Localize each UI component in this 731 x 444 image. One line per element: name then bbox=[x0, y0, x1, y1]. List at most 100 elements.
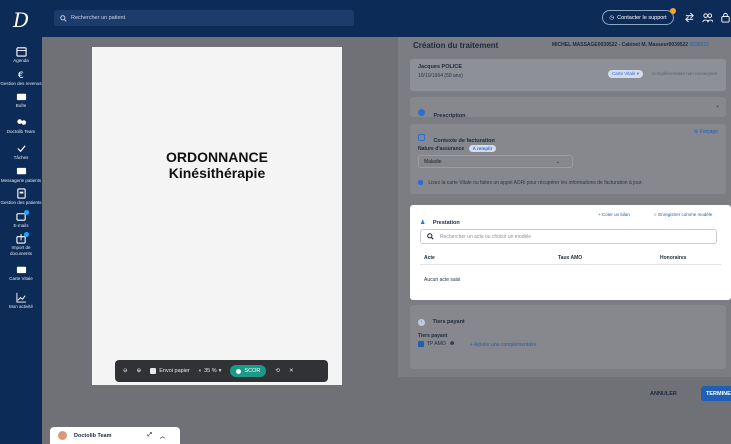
patient-search-input[interactable]: Rechercher un patient bbox=[54, 10, 354, 26]
zoom-select[interactable]: ◐ 35 % ▾ bbox=[199, 368, 222, 374]
chevron-down-icon: ⌄ bbox=[555, 158, 560, 165]
notification-badge bbox=[24, 209, 29, 215]
chart-icon bbox=[15, 292, 26, 303]
scor-status-icon bbox=[236, 368, 242, 374]
sidebar-item-agenda[interactable]: Agenda bbox=[0, 46, 42, 64]
billing-icon bbox=[418, 134, 425, 142]
paper-send-toggle[interactable]: Envoi papier bbox=[150, 368, 190, 374]
contact-support-button[interactable]: ◷ Contacter le support bbox=[602, 10, 674, 25]
support-notification-badge bbox=[670, 8, 676, 14]
sidebar-item-label: Mon activité bbox=[8, 303, 33, 309]
panel-title: Création du traitement bbox=[413, 41, 499, 50]
prestation-header: ♟ Prestation bbox=[420, 220, 460, 226]
patient-dob: 10/10/1964 (59 ans) bbox=[418, 73, 463, 79]
sidebar-item-label: Boîte bbox=[15, 103, 27, 108]
zoom-value: 35 % bbox=[204, 368, 217, 374]
practitioner-link[interactable]: 0039522 bbox=[689, 42, 708, 48]
chevron-up-icon[interactable]: ︿ bbox=[160, 432, 166, 440]
prestation-section: ♟ Prestation + Coter un bilan ☆ Enregist… bbox=[410, 205, 731, 300]
checkbox-checked-icon bbox=[418, 341, 424, 347]
sidebar-item-import[interactable]: Import de documents bbox=[0, 232, 42, 256]
scor-button[interactable]: SCOR bbox=[230, 365, 267, 377]
doctolib-team-bar[interactable]: Doctolib Team ⤢ ︿ bbox=[50, 427, 180, 444]
complementary-status: Complémentaire non renseignée bbox=[652, 71, 718, 76]
mail-icon bbox=[16, 93, 26, 101]
document-title: ORDONNANCE Kinésithérapie bbox=[92, 149, 342, 181]
chevron-down-icon[interactable]: ⌄ bbox=[715, 102, 720, 109]
sidebar-item-activite[interactable]: Mon activité bbox=[0, 292, 42, 310]
table-divider bbox=[420, 264, 721, 265]
save-model-button[interactable]: ☆ Enregistrer comme modèle bbox=[653, 212, 712, 218]
prescription-document: ORDONNANCE Kinésithérapie bbox=[92, 47, 342, 385]
sidebar-item-emails[interactable]: E-mails bbox=[0, 209, 42, 229]
carte-vitale-label: Carte Vitale bbox=[612, 71, 636, 76]
team-avatar bbox=[58, 431, 67, 440]
prestation-icon: ♟ bbox=[420, 220, 426, 226]
team-label: Doctolib Team bbox=[74, 432, 112, 439]
expand-icon[interactable]: ⤢ bbox=[148, 432, 152, 439]
chevron-down-icon: ▾ bbox=[636, 71, 639, 76]
practitioner-name: MICHEL MASSAGE0039522 - Cabinet M. Masse… bbox=[552, 42, 689, 48]
sidebar-item-label: Gestion des revenus bbox=[0, 80, 42, 86]
sidebar-item-label: Import de documents bbox=[9, 245, 32, 256]
sidebar-item-label: Agenda bbox=[13, 58, 29, 63]
to-fill-pill: À remplir bbox=[468, 145, 497, 152]
tp-amo-label: TP AMO bbox=[427, 341, 446, 347]
sidebar-item-messagerie[interactable]: Messagerie patients bbox=[0, 166, 42, 184]
quote-bilan-button[interactable]: + Coter un bilan bbox=[598, 212, 630, 217]
checkbox-icon bbox=[150, 368, 157, 374]
people-icon[interactable] bbox=[702, 12, 713, 23]
sidebar-item-revenus[interactable]: € Gestion des revenus bbox=[0, 69, 42, 87]
sidebar-item-carte-vitale[interactable]: Carte Vitale bbox=[0, 264, 42, 282]
billing-context-section: Contexte de facturation ⚙ Forçage Nature… bbox=[410, 124, 726, 194]
practitioner-info: MICHEL MASSAGE0039522 - Cabinet M. Masse… bbox=[552, 42, 709, 48]
patient-search-placeholder: Rechercher un patient bbox=[71, 15, 126, 21]
chevron-down-icon: ▾ bbox=[218, 368, 222, 374]
col-taux-amo: Taux AMO bbox=[558, 255, 583, 261]
notification-badge bbox=[24, 232, 29, 237]
billing-info: Lisez la carte Vitale ou faites un appel… bbox=[418, 180, 643, 186]
prescription-section[interactable]: Prescription ⌄ bbox=[410, 97, 726, 119]
cancel-button[interactable]: ANNULER bbox=[650, 391, 677, 397]
col-acte: Acte bbox=[424, 255, 435, 261]
info-icon: ❶ bbox=[449, 341, 455, 347]
document-viewer: ORDONNANCE Kinésithérapie ⊖ ⊕ Envoi papi… bbox=[42, 37, 398, 444]
patient-file-icon bbox=[16, 188, 26, 199]
act-search-input[interactable]: Rechercher un acte ou choisir un modèle bbox=[420, 229, 717, 244]
document-title-line2: Kinésithérapie bbox=[168, 165, 266, 181]
sidebar-item-patients[interactable]: Gestion des patients bbox=[0, 188, 42, 206]
tp-amo-checkbox[interactable]: TP AMO ❶ bbox=[418, 341, 454, 347]
carte-vitale-pill[interactable]: Carte Vitale ▾ bbox=[608, 70, 643, 78]
chat-icon bbox=[16, 167, 26, 174]
insurance-value: Maladie bbox=[424, 158, 442, 165]
add-complementary-link[interactable]: + Ajouter une complémentaire bbox=[470, 342, 537, 348]
zoom-in-icon[interactable]: ⊕ bbox=[137, 368, 142, 374]
contrast-icon: ◐ bbox=[198, 368, 203, 374]
sidebar-item-boite[interactable]: Boîte bbox=[0, 91, 42, 109]
calendar-icon bbox=[15, 47, 27, 57]
forcing-link[interactable]: ⚙ Forçage bbox=[694, 129, 718, 135]
zoom-out-icon[interactable]: ⊖ bbox=[123, 368, 128, 374]
app-logo[interactable]: D bbox=[0, 0, 42, 40]
panel-footer: ANNULER TERMINER bbox=[398, 377, 731, 444]
sidebar-item-taches[interactable]: Tâches bbox=[0, 143, 42, 161]
treatment-panel: Création du traitement MICHEL MASSAGE003… bbox=[398, 37, 731, 444]
euro-icon: € bbox=[17, 70, 23, 80]
lock-icon[interactable] bbox=[720, 12, 731, 23]
info-icon bbox=[418, 180, 423, 186]
transfer-icon[interactable] bbox=[684, 12, 695, 23]
sidebar-item-label: Doctolib Team bbox=[6, 128, 36, 134]
finish-button[interactable]: TERMINER bbox=[701, 386, 731, 401]
add-complementary-label: Ajouter une complémentaire bbox=[474, 342, 537, 348]
rotate-icon[interactable]: ⟲ bbox=[275, 368, 280, 374]
act-search-placeholder: Rechercher un acte ou choisir un modèle bbox=[440, 233, 532, 240]
check-icon bbox=[16, 145, 26, 153]
prescription-header: Prescription bbox=[418, 104, 466, 122]
insurance-nature-select[interactable]: Maladie ⌄ bbox=[418, 155, 573, 168]
prescription-icon bbox=[418, 109, 425, 117]
close-icon[interactable]: ✕ bbox=[289, 368, 294, 374]
sidebar-item-label: Gestion des patients bbox=[0, 200, 42, 205]
forcing-label: Forçage bbox=[699, 129, 718, 135]
sidebar-item-team[interactable]: Doctolib Team bbox=[0, 117, 42, 135]
support-label: Contacter le support bbox=[617, 14, 667, 21]
